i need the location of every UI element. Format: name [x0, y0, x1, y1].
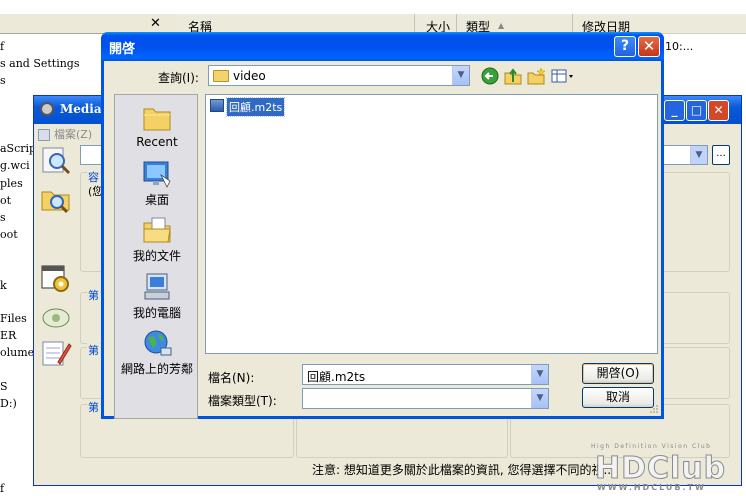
file-menu-icon	[38, 129, 50, 141]
chevron-down-icon[interactable]: ▼	[690, 146, 707, 164]
up-folder-icon[interactable]	[504, 67, 522, 85]
my-computer-icon	[144, 273, 170, 300]
folder-icon	[213, 70, 229, 82]
file-row-date: 10:...	[665, 40, 694, 53]
tree-item[interactable]: Files	[0, 312, 27, 325]
tree-item[interactable]: g.wci	[0, 159, 30, 172]
tree-item[interactable]: s and Settings	[0, 57, 80, 70]
dialog-title: 開啓	[109, 42, 136, 57]
place-label: 我的電腦	[132, 306, 181, 320]
place-my-documents[interactable]: 我的文件	[115, 215, 199, 264]
file-menu-label: 檔案(Z)	[54, 128, 93, 141]
open-button[interactable]: 開啓(O)	[582, 363, 654, 384]
group-label: 第	[87, 399, 100, 415]
tree-item[interactable]: s	[0, 211, 6, 224]
tree-item[interactable]: f	[0, 40, 4, 53]
watermark-logo: HDClub	[594, 451, 727, 487]
watermark-site: WWW.HDCLUB.TW	[597, 483, 706, 492]
maximize-button[interactable]: □	[686, 100, 707, 121]
watermark: High Definition Vision Club HDClub WWW.H…	[591, 443, 743, 493]
tree-item[interactable]: ples	[0, 177, 23, 190]
filetype-dropdown[interactable]: ▼	[302, 388, 549, 409]
look-in-label: 查詢(I):	[158, 71, 199, 85]
place-desktop[interactable]: 桌面	[115, 159, 199, 208]
tree-item[interactable]: f	[0, 482, 4, 495]
group-label: 第	[87, 287, 100, 303]
tree-item[interactable]: S	[0, 380, 8, 393]
file-menu[interactable]: 檔案(Z)	[38, 126, 92, 142]
look-in-value: video	[233, 69, 266, 83]
tree-item[interactable]: k	[0, 279, 7, 292]
cancel-button[interactable]: 取消	[582, 387, 654, 408]
notepad-icon[interactable]	[40, 338, 72, 368]
my-documents-icon	[143, 217, 171, 243]
filetype-label: 檔案類型(T):	[208, 394, 277, 408]
place-my-computer[interactable]: 我的電腦	[115, 272, 199, 321]
mediainfo-note: 注意: 想知道更多關於此檔案的資訊, 您得選擇不同的視...	[312, 463, 615, 477]
folder-search-icon[interactable]	[40, 184, 72, 214]
filename-label: 檔名(N):	[208, 371, 255, 385]
back-icon[interactable]	[481, 67, 499, 85]
place-label: 我的文件	[132, 249, 181, 263]
network-places-icon	[144, 330, 172, 356]
mediainfo-app-icon	[40, 102, 54, 116]
tree-item[interactable]: ot	[0, 194, 11, 207]
file-list-header	[176, 14, 746, 34]
sort-arrow-icon: ▲	[498, 21, 505, 30]
browse-button[interactable]: ...	[712, 145, 730, 165]
place-label: 桌面	[144, 193, 169, 207]
gear-window-icon[interactable]	[40, 264, 72, 294]
mediainfo-sidebar	[34, 142, 78, 462]
file-list[interactable]: 回顧.m2ts	[205, 94, 658, 354]
close-icon[interactable]: ✕	[150, 16, 161, 31]
tree-item[interactable]: oot	[0, 228, 18, 241]
settings-icon[interactable]	[40, 302, 72, 332]
close-button[interactable]: ✕	[708, 100, 729, 121]
tree-item[interactable]: ER	[0, 329, 16, 342]
magnifier-page-icon[interactable]	[40, 146, 72, 176]
place-recent[interactable]: Recent	[115, 103, 199, 149]
place-label: 網路上的芳鄰	[120, 362, 193, 376]
new-folder-icon[interactable]	[527, 67, 545, 85]
tree-item[interactable]: D:)	[0, 397, 17, 410]
help-button[interactable]: ?	[614, 36, 636, 57]
filename-combo[interactable]: 回顧.m2ts ▼	[302, 364, 549, 385]
look-in-dropdown[interactable]: video ▼	[208, 65, 470, 86]
filename-value: 回顧.m2ts	[307, 370, 366, 384]
recent-folder-icon	[143, 108, 171, 131]
open-file-dialog: 開啓 ? ✕ 查詢(I): video ▼ Recent 桌面 我的文件 我的電…	[101, 32, 664, 419]
chevron-down-icon[interactable]: ▼	[531, 365, 548, 384]
close-button[interactable]: ✕	[638, 36, 660, 57]
dialog-titlebar[interactable]: 開啓 ? ✕	[101, 32, 664, 61]
group-label: 第	[87, 342, 100, 358]
resize-grip-icon[interactable]	[649, 404, 659, 414]
place-label: Recent	[136, 135, 178, 149]
watermark-tagline: High Definition Vision Club	[591, 443, 712, 450]
place-network[interactable]: 網路上的芳鄰	[115, 328, 199, 377]
places-bar: Recent 桌面 我的文件 我的電腦 網路上的芳鄰	[114, 94, 198, 419]
chevron-down-icon[interactable]: ▼	[452, 66, 469, 85]
view-menu-icon[interactable]	[551, 67, 575, 85]
minimize-button[interactable]: _	[664, 100, 685, 121]
file-item-name: 回顧.m2ts	[225, 97, 286, 117]
chevron-down-icon[interactable]: ▼	[531, 389, 548, 408]
tree-item[interactable]: s	[0, 74, 6, 87]
video-file-icon	[210, 99, 224, 112]
desktop-icon	[143, 161, 171, 188]
